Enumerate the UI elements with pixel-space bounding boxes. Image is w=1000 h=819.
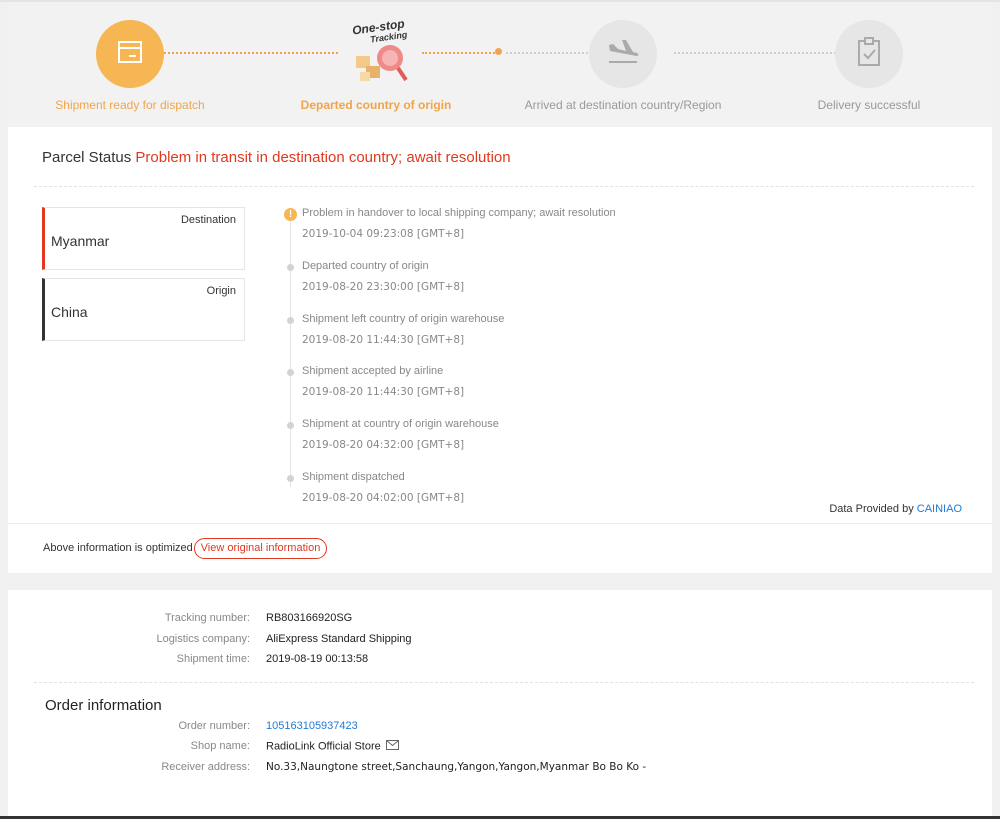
- event-time: 2019-08-20 23:30:00 [GMT+8]: [302, 281, 465, 293]
- parcel-status-label: Parcel Status: [42, 149, 132, 166]
- timeline-bullet-icon: [287, 264, 294, 271]
- data-provider-prefix: Data Provided by: [829, 503, 914, 515]
- divider: [34, 186, 974, 187]
- parcel-panel: Parcel Status Problem in transit in dest…: [8, 127, 992, 573]
- timeline-line: [290, 213, 291, 487]
- step-circle-todo: [835, 20, 903, 88]
- progress-connector-2: [422, 52, 498, 54]
- event-title: Problem in handover to local shipping co…: [302, 207, 616, 219]
- parcel-status: Parcel Status Problem in transit in dest…: [42, 149, 511, 166]
- view-original-button[interactable]: View original information: [194, 538, 327, 559]
- shipping-info-panel: Tracking number: RB803166920SG Logistics…: [8, 590, 992, 819]
- event-title: Shipment at country of origin warehouse: [302, 418, 499, 430]
- step-circle-todo: [589, 20, 657, 88]
- package-icon: [115, 37, 145, 72]
- event-time: 2019-10-04 09:23:08 [GMT+8]: [302, 228, 465, 240]
- clipboard-check-icon: [855, 36, 883, 73]
- event-time: 2019-08-20 04:02:00 [GMT+8]: [302, 492, 465, 504]
- divider: [8, 523, 992, 524]
- tracking-number-value: RB803166920SG: [266, 612, 353, 624]
- timeline-bullet-icon: [287, 422, 294, 429]
- order-info-title: Order information: [45, 697, 162, 714]
- shipment-time-label: Shipment time:: [176, 653, 250, 665]
- data-provider: Data Provided by CAINIAO: [829, 503, 962, 515]
- optimized-note: Above information is optimized: [43, 542, 193, 554]
- progress-connector-4: [674, 52, 836, 54]
- event-time: 2019-08-20 04:32:00 [GMT+8]: [302, 439, 465, 451]
- event-title: Departed country of origin: [302, 260, 429, 272]
- mail-icon[interactable]: [385, 740, 399, 753]
- event-title: Shipment dispatched: [302, 471, 405, 483]
- warning-icon: !: [284, 208, 297, 221]
- step-label: Departed country of origin: [300, 98, 452, 112]
- shipment-time-value: 2019-08-19 00:13:58: [266, 653, 369, 665]
- timeline-bullet-icon: [287, 475, 294, 482]
- step-circle-done: [96, 20, 164, 88]
- progress-current-marker: [495, 48, 502, 55]
- cainiao-link[interactable]: CAINIAO: [917, 503, 962, 515]
- destination-country: Myanmar: [51, 233, 110, 249]
- event-title: Shipment accepted by airline: [302, 365, 444, 377]
- timeline-bullet-icon: [287, 317, 294, 324]
- event-time: 2019-08-20 11:44:30 [GMT+8]: [302, 334, 465, 346]
- timeline-bullet-icon: [287, 369, 294, 376]
- shop-name-value[interactable]: RadioLink Official Store: [266, 740, 381, 752]
- one-stop-tracking-icon: [352, 38, 412, 93]
- logistics-company-label: Logistics company:: [156, 633, 250, 645]
- shop-name-cell: RadioLink Official Store: [266, 740, 399, 753]
- progress-connector-1: [164, 52, 338, 54]
- order-number-link[interactable]: 105163105937423: [266, 720, 358, 732]
- logistics-company-value: AliExpress Standard Shipping: [266, 633, 412, 645]
- progress-connector-3: [506, 52, 588, 54]
- step-label: Arrived at destination country/Region: [524, 98, 722, 112]
- airplane-landing-icon: [606, 37, 640, 72]
- origin-country: China: [51, 304, 88, 320]
- shop-name-label: Shop name:: [190, 740, 250, 752]
- order-number-label: Order number:: [178, 720, 250, 732]
- divider: [34, 682, 974, 683]
- destination-tag: Destination: [180, 214, 236, 226]
- receiver-address-label: Receiver address:: [161, 761, 250, 773]
- step-label: Shipment ready for dispatch: [55, 98, 205, 112]
- event-time: 2019-08-20 11:44:30 [GMT+8]: [302, 386, 465, 398]
- receiver-address-value: No.33,Naungtone street,Sanchaung,Yangon,…: [266, 761, 647, 773]
- tracking-number-label: Tracking number:: [164, 612, 250, 624]
- origin-tag: Origin: [206, 285, 236, 297]
- tracking-progress: Shipment ready for dispatch One-stop Tra…: [8, 2, 992, 126]
- destination-card: Destination Myanmar: [42, 207, 245, 270]
- parcel-status-value: Problem in transit in destination countr…: [135, 149, 511, 166]
- event-title: Shipment left country of origin warehous…: [302, 313, 505, 325]
- origin-card: Origin China: [42, 278, 245, 341]
- step-label: Delivery successful: [817, 98, 921, 112]
